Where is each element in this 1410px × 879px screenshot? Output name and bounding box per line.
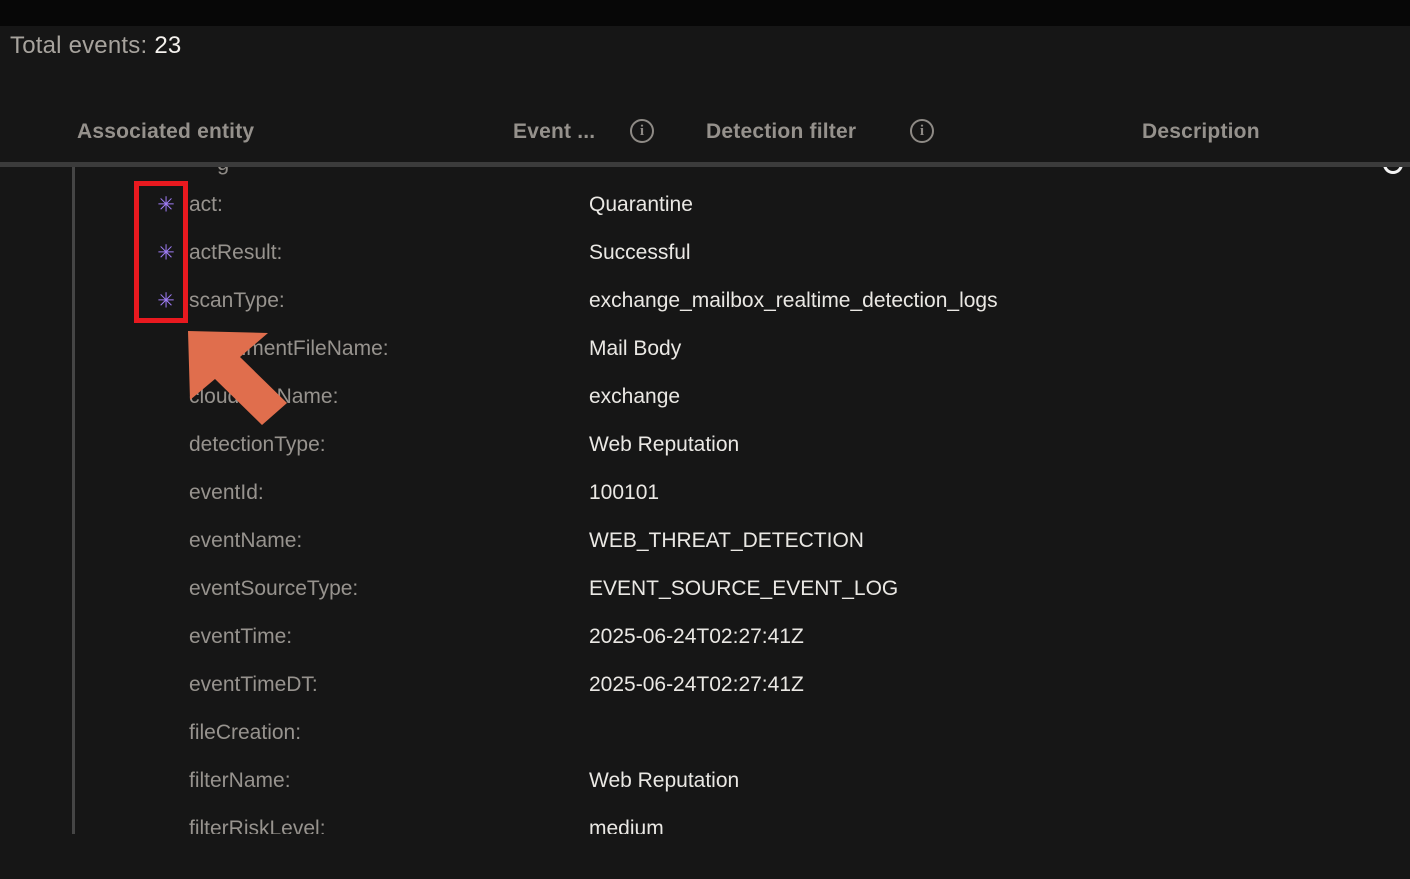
event-detail-scroll-area[interactable]: g ✳ act: Quarantine ✳ actResult: Success… <box>0 167 1410 834</box>
field-key: detectionType: <box>189 433 326 457</box>
info-icon[interactable]: i <box>630 119 654 143</box>
field-key: eventSourceType: <box>189 577 358 601</box>
kv-row: eventTimeDT: 2025-06-24T02:27:41Z <box>0 661 1410 709</box>
total-events-count: 23 <box>154 32 181 59</box>
field-value: Quarantine <box>589 193 693 217</box>
kv-list: ✳ act: Quarantine ✳ actResult: Successfu… <box>0 181 1410 834</box>
kv-row: eventSourceType: EVENT_SOURCE_EVENT_LOG <box>0 565 1410 613</box>
field-key: scanType: <box>189 289 285 313</box>
field-value: WEB_THREAT_DETECTION <box>589 529 864 553</box>
field-value: exchange <box>589 385 680 409</box>
field-key: fileCreation: <box>189 721 301 745</box>
annotation-red-box <box>134 181 188 323</box>
clipped-icon-remnant <box>1383 167 1403 174</box>
field-value: 100101 <box>589 481 659 505</box>
field-value: Successful <box>589 241 691 265</box>
field-key: eventTimeDT: <box>189 673 318 697</box>
field-key: act: <box>189 193 223 217</box>
column-header-description: Description <box>1142 118 1260 145</box>
field-value: 2025-06-24T02:27:41Z <box>589 673 804 697</box>
kv-row: fileCreation: <box>0 709 1410 757</box>
column-header-event: Event ... <box>513 118 595 145</box>
field-value: medium <box>589 817 664 834</box>
kv-row: ✳ actResult: Successful <box>0 229 1410 277</box>
kv-row: eventTime: 2025-06-24T02:27:41Z <box>0 613 1410 661</box>
field-key: eventId: <box>189 481 264 505</box>
top-strip <box>0 0 1410 26</box>
field-key: filterName: <box>189 769 291 793</box>
field-key: filterRiskLevel: <box>189 817 326 834</box>
annotation-arrow-icon <box>180 325 300 435</box>
column-header-detection-filter: Detection filter <box>706 118 856 145</box>
events-panel: Total events: 23 Associated entity Event … <box>0 0 1410 879</box>
kv-row: filterRiskLevel: medium <box>0 805 1410 834</box>
field-key: eventTime: <box>189 625 292 649</box>
arrow-shape <box>188 331 287 425</box>
clipped-text-remnant: g <box>217 167 229 176</box>
kv-row: ✳ act: Quarantine <box>0 181 1410 229</box>
column-header-associated-entity: Associated entity <box>77 118 254 145</box>
field-value: exchange_mailbox_realtime_detection_logs <box>589 289 998 313</box>
field-value: EVENT_SOURCE_EVENT_LOG <box>589 577 898 601</box>
info-icon[interactable]: i <box>910 119 934 143</box>
field-key: eventName: <box>189 529 302 553</box>
kv-row: eventId: 100101 <box>0 469 1410 517</box>
field-value: Web Reputation <box>589 769 739 793</box>
kv-row: filterName: Web Reputation <box>0 757 1410 805</box>
total-events: Total events: 23 <box>10 32 181 60</box>
total-events-label: Total events: <box>10 32 147 59</box>
field-value: 2025-06-24T02:27:41Z <box>589 625 804 649</box>
kv-row: ✳ scanType: exchange_mailbox_realtime_de… <box>0 277 1410 325</box>
field-value: Mail Body <box>589 337 681 361</box>
field-key: actResult: <box>189 241 282 265</box>
field-value: Web Reputation <box>589 433 739 457</box>
kv-row: eventName: WEB_THREAT_DETECTION <box>0 517 1410 565</box>
